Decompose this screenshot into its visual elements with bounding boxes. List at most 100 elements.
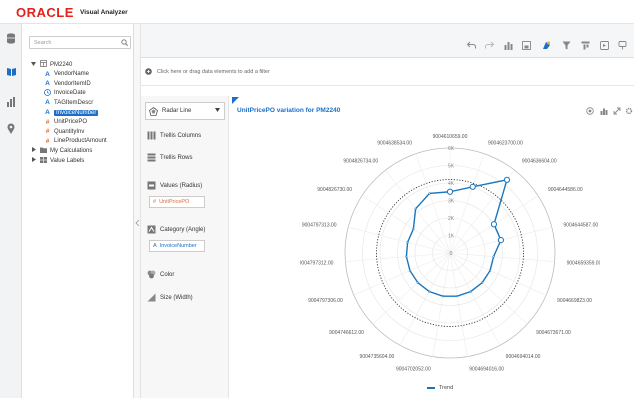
data-point <box>446 188 454 195</box>
undo-icon[interactable] <box>466 40 476 50</box>
tree-item[interactable]: InvoiceDate <box>44 88 86 98</box>
tree-item[interactable]: # UnitPricePO <box>44 118 87 127</box>
data-point <box>428 192 431 195</box>
chart-type-icon[interactable] <box>503 40 513 50</box>
tree-item-label: InvoiceDate <box>54 90 86 97</box>
app-header: ORACLE Visual Analyzer <box>0 0 634 24</box>
chevron-right-icon[interactable] <box>30 157 37 164</box>
expand-icon[interactable] <box>613 107 621 115</box>
data-point <box>428 290 431 293</box>
radar-chart: 0 1K 2K 3K 4K 5K 6K 9004610659.00 9004623700.00 9… <box>300 134 600 372</box>
category-pill-label: InvoiceNumber <box>159 243 197 249</box>
attribute-icon: A <box>45 70 50 78</box>
pin-icon[interactable] <box>5 122 17 134</box>
angular-gridline <box>449 169 515 254</box>
gear-icon[interactable] <box>625 107 633 115</box>
tree-item-label: VendorName <box>54 71 90 78</box>
bar-chart-icon[interactable] <box>5 96 17 108</box>
radial-tick-label: 2K <box>448 216 455 222</box>
category-label: 9004644586.00 <box>548 187 583 193</box>
legend-swatch <box>427 387 435 389</box>
tree-item[interactable]: # LineProductAmount <box>44 137 107 146</box>
bar-chart-icon[interactable] <box>600 107 608 115</box>
radial-tick-label: 3K <box>448 199 455 205</box>
tree-item[interactable]: Value Labels <box>30 156 84 165</box>
data-point <box>408 269 412 272</box>
values-pill-unitpricepo[interactable]: # UnitPricePO <box>149 196 205 208</box>
left-rail <box>0 24 22 398</box>
measure-icon: # <box>45 118 50 126</box>
tree-item-label: Value Labels <box>50 157 85 164</box>
category-label: 9004636604.00 <box>522 159 557 165</box>
chevron-right-icon[interactable] <box>30 147 37 154</box>
trellis-columns-drop[interactable]: Trellis Columns <box>147 131 201 140</box>
data-point <box>497 237 504 244</box>
data-point <box>441 295 444 298</box>
category-label: 9004694014.00 <box>506 354 541 360</box>
data-point <box>412 227 415 231</box>
data-point <box>492 255 495 258</box>
category-label: 9004638534.00 <box>377 140 412 146</box>
data-point <box>469 290 472 293</box>
target-icon[interactable] <box>586 107 594 115</box>
tree-item[interactable]: # QuantityInv <box>44 127 85 136</box>
trellis-rows-label: Trellis Rows <box>160 154 193 161</box>
chevron-down-icon[interactable] <box>30 61 37 68</box>
trellis-columns-label: Trellis Columns <box>160 132 202 139</box>
data-element-icon[interactable] <box>521 40 531 50</box>
values-radius-drop[interactable]: Values (Radius) <box>147 181 202 190</box>
values-pill-label: UnitPricePO <box>159 199 190 205</box>
database-icon[interactable] <box>5 32 17 44</box>
tree-item-label: InvoiceNumber <box>54 109 99 116</box>
chevron-down-icon <box>215 108 220 114</box>
search-input[interactable]: Search <box>29 36 131 49</box>
radial-tick-label: 4K <box>448 181 455 187</box>
tree-item[interactable]: A InvoiceNumber <box>44 108 99 117</box>
data-point <box>456 295 459 298</box>
category-label: 9004797312.00 <box>300 261 334 267</box>
book-icon[interactable] <box>5 66 17 78</box>
more-icon[interactable] <box>617 40 627 50</box>
values-icon <box>147 181 156 190</box>
color-icon[interactable] <box>541 40 551 50</box>
data-point <box>405 255 408 258</box>
tree-item[interactable]: A VendorItemID <box>44 79 91 88</box>
category-angle-label: Category (Angle) <box>160 226 206 233</box>
chart-type-selector[interactable]: Radar Line <box>145 102 225 120</box>
folder-icon <box>40 147 47 155</box>
tree-item-label: VendorItemID <box>54 80 91 87</box>
radial-tick-label: 5K <box>448 164 455 170</box>
sort-icon[interactable] <box>580 40 590 50</box>
redo-icon[interactable] <box>484 40 494 50</box>
tree-item[interactable]: My Calculations <box>30 146 92 155</box>
panel-splitter[interactable] <box>134 24 141 398</box>
oracle-logo: ORACLE <box>16 5 74 20</box>
search-icon[interactable] <box>121 39 128 46</box>
category-angle-drop[interactable]: Category (Angle) <box>147 225 205 234</box>
data-point <box>503 176 511 183</box>
tree-item-label: LineProductAmount <box>54 138 107 145</box>
angular-gridline <box>385 169 451 254</box>
angular-gridline <box>449 252 528 325</box>
tree-item-label: My Calculations <box>50 147 93 154</box>
measure-icon: # <box>45 137 50 145</box>
tree-item-label: QuantityInv <box>54 128 85 135</box>
category-label: 9004694016.00 <box>469 366 504 372</box>
tree-item[interactable]: PM2240 <box>30 60 72 69</box>
filter-icon[interactable] <box>561 40 571 50</box>
category-label: 9004826734.00 <box>343 159 378 165</box>
tree-item[interactable]: A TAGItemDescr <box>44 98 93 107</box>
measure-icon: # <box>45 128 50 136</box>
tree-item[interactable]: A VendorName <box>44 70 89 79</box>
category-pill-invoicenumber[interactable]: A InvoiceNumber <box>149 240 205 252</box>
size-drop[interactable]: Size (Width) <box>147 293 193 302</box>
legend-label: Trend <box>439 385 454 391</box>
color-drop[interactable]: Color <box>147 270 174 279</box>
selection-corner <box>232 97 239 104</box>
trellis-rows-drop[interactable]: Trellis Rows <box>147 153 192 162</box>
category-label: 9004746612.00 <box>329 330 364 336</box>
present-icon[interactable] <box>599 40 609 50</box>
category-label: 9004797306.00 <box>308 298 343 304</box>
tree-item-label: UnitPricePO <box>54 119 88 126</box>
add-filter-icon[interactable] <box>145 68 152 75</box>
